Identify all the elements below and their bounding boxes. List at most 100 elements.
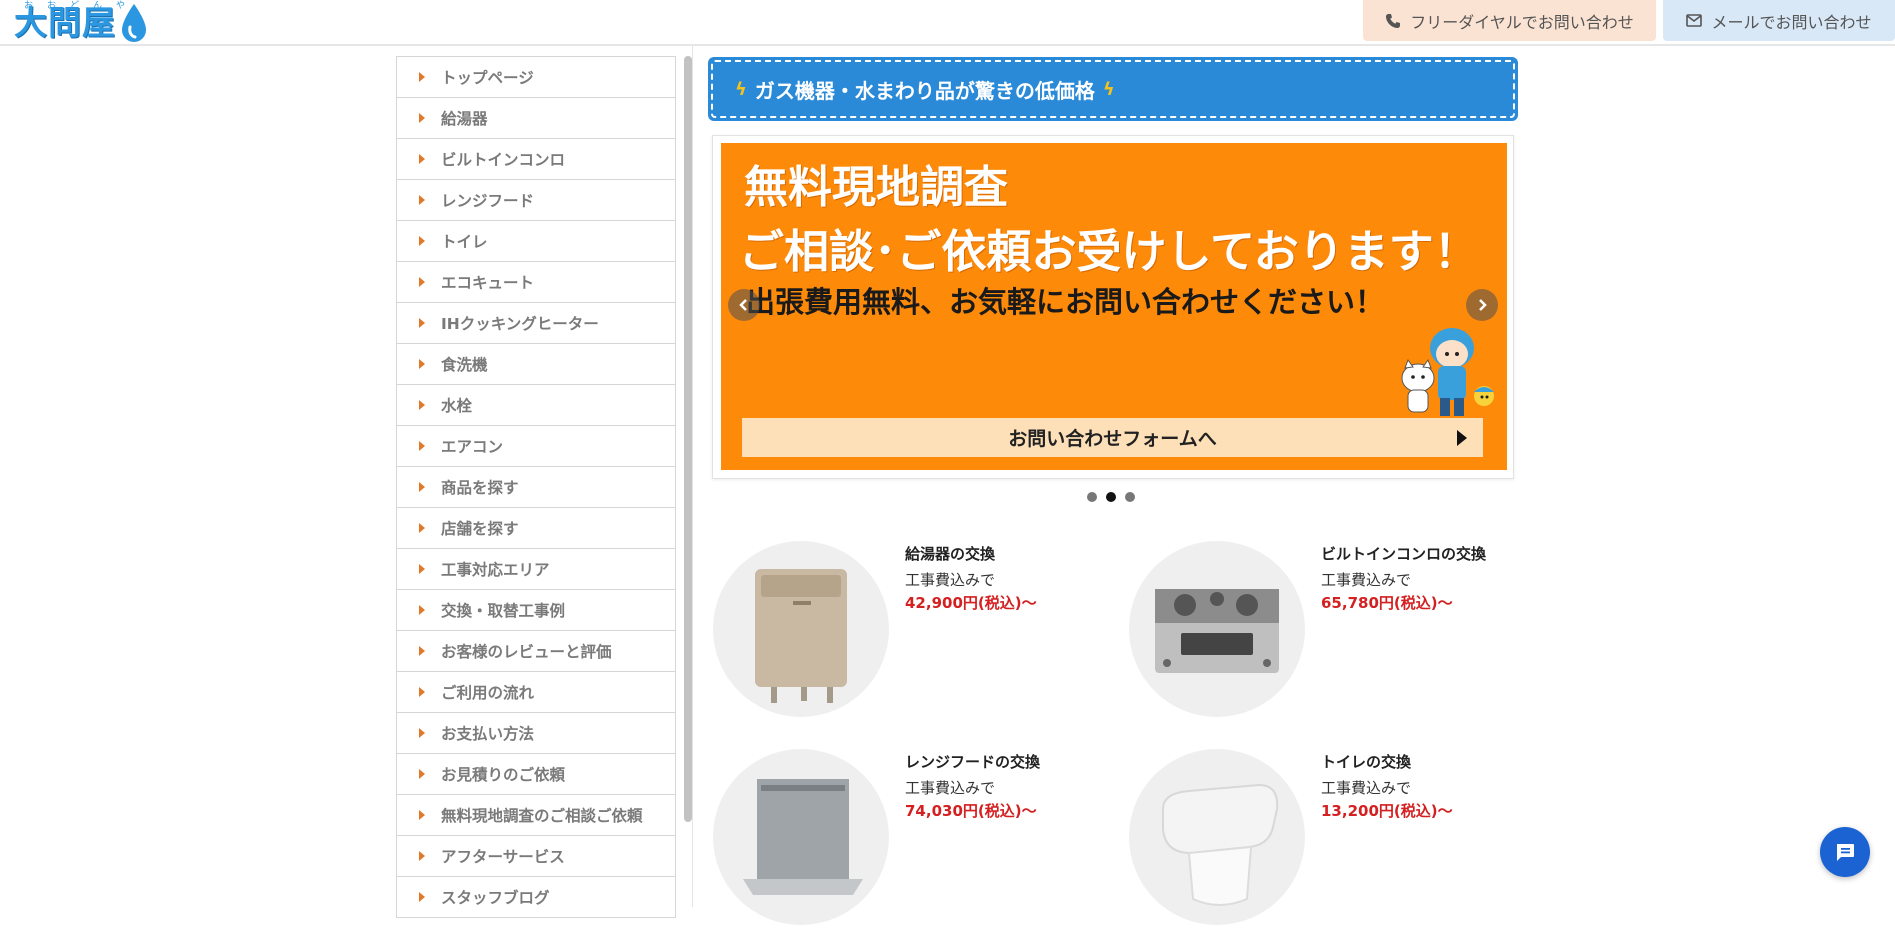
caret-right-icon [419, 605, 425, 615]
slider-prev-button[interactable] [728, 289, 760, 321]
caret-right-icon [419, 564, 425, 574]
logo-ruby: おおどんや [24, 1, 140, 11]
slider-dots [1087, 492, 1135, 502]
caret-right-icon [419, 154, 425, 164]
caret-right-icon [419, 523, 425, 533]
sidebar-item-label: エアコン [441, 438, 504, 456]
sidebar-item-payment[interactable]: お支払い方法 [397, 713, 675, 754]
sidebar-item-water-heater[interactable]: 給湯器 [397, 98, 675, 139]
sidebar-item-label: 無料現地調査のご相談ご依頼 [441, 807, 643, 825]
sidebar-item-ecocute[interactable]: エコキュート [397, 262, 675, 303]
sidebar-item-label: 店舗を探す [441, 520, 519, 538]
sidebar-item-label: IHクッキングヒーター [441, 315, 599, 333]
sidebar-item-built-in-stove[interactable]: ビルトインコンロ [397, 139, 675, 180]
sidebar-item-case-studies[interactable]: 交換・取替工事例 [397, 590, 675, 631]
caret-right-icon [419, 113, 425, 123]
product-price: 74,030円(税込)〜 [905, 802, 1037, 820]
product-card-toilet[interactable]: トイレの交換 工事費込みで 13,200円(税込)〜 [1129, 749, 1549, 929]
mail-contact-label: メールでお問い合わせ [1711, 12, 1872, 32]
sidebar-item-staff-blog[interactable]: スタッフブログ [397, 877, 675, 918]
sidebar-item-label: 食洗機 [441, 356, 488, 374]
caret-right-icon [419, 810, 425, 820]
product-card-range-hood[interactable]: レンジフードの交換 工事費込みで 74,030円(税込)〜 [713, 749, 1133, 929]
caret-right-icon [419, 769, 425, 779]
site-header: おおどんや 大問屋 フリーダイヤルでお問い合わせ メールでお問い合わせ [0, 0, 1895, 46]
sidebar-item-label: 商品を探す [441, 479, 519, 497]
sidebar-item-label: トイレ [441, 233, 488, 251]
column-divider [692, 46, 693, 907]
sidebar-item-label: お支払い方法 [441, 725, 535, 743]
slide-title: 無料現地調査 [744, 162, 1008, 213]
product-subtext: 工事費込みで [1321, 571, 1412, 589]
sidebar-item-top[interactable]: トップページ [397, 57, 675, 98]
sidebar-item-after-service[interactable]: アフターサービス [397, 836, 675, 877]
sidebar-item-estimate[interactable]: お見積りのご依頼 [397, 754, 675, 795]
caret-right-icon [419, 687, 425, 697]
chevron-right-icon [1479, 299, 1487, 311]
sidebar-item-ih-heater[interactable]: IHクッキングヒーター [397, 303, 675, 344]
chat-widget-button[interactable] [1820, 827, 1870, 877]
sidebar-item-label: エコキュート [441, 274, 535, 292]
sidebar-item-label: トップページ [441, 69, 534, 87]
caret-right-icon [419, 195, 425, 205]
product-price: 42,900円(税込)〜 [905, 594, 1037, 612]
caret-right-icon [419, 441, 425, 451]
caret-right-icon [419, 728, 425, 738]
sidebar-item-label: 工事対応エリア [441, 561, 550, 579]
product-image-range-hood [713, 749, 889, 925]
product-name: トイレの交換 [1321, 753, 1412, 771]
sidebar-item-aircon[interactable]: エアコン [397, 426, 675, 467]
slider-dot[interactable] [1087, 492, 1097, 502]
sidebar-item-find-stores[interactable]: 店舗を探す [397, 508, 675, 549]
product-card-water-heater[interactable]: 給湯器の交換 工事費込みで 42,900円(税込)〜 [713, 541, 1133, 721]
mail-icon [1686, 14, 1703, 27]
sidebar-item-label: レンジフード [441, 192, 535, 210]
promo-banner-inner: ϟ ガス機器・水まわり品が驚きの低価格 ϟ [711, 60, 1515, 118]
mail-contact-button[interactable]: メールでお問い合わせ [1663, 0, 1895, 41]
slider-dot[interactable] [1125, 492, 1135, 502]
sidebar-item-site-survey[interactable]: 無料現地調査のご相談ご依頼 [397, 795, 675, 836]
product-price: 13,200円(税込)〜 [1321, 802, 1453, 820]
slide-subtitle: 出張費用無料、お気軽にお問い合わせください！ [746, 285, 1385, 319]
sidebar-item-find-products[interactable]: 商品を探す [397, 467, 675, 508]
product-subtext: 工事費込みで [905, 779, 996, 797]
phone-contact-button[interactable]: フリーダイヤルでお問い合わせ [1363, 0, 1656, 41]
caret-right-icon [419, 359, 425, 369]
chat-icon [1837, 844, 1854, 861]
sidebar-item-service-area[interactable]: 工事対応エリア [397, 549, 675, 590]
sidebar-item-label: 水栓 [441, 397, 473, 415]
sidebar-item-flow[interactable]: ご利用の流れ [397, 672, 675, 713]
sidebar-item-label: 給湯器 [441, 110, 488, 128]
caret-right-icon [419, 851, 425, 861]
sidebar-scrollbar[interactable] [684, 56, 692, 822]
chevron-left-icon [739, 299, 747, 311]
hero-slide[interactable]: 無料現地調査 ご相談･ご依頼お受けしております！ 出張費用無料、お気軽にお問い合… [721, 143, 1507, 470]
caret-right-icon [419, 318, 425, 328]
slider-next-button[interactable] [1466, 289, 1498, 321]
sidebar-item-toilet[interactable]: トイレ [397, 221, 675, 262]
sidebar-item-dishwasher[interactable]: 食洗機 [397, 344, 675, 385]
contact-form-cta[interactable]: お問い合わせフォームへ [742, 418, 1483, 457]
sidebar-item-label: ビルトインコンロ [441, 151, 566, 169]
mascot-illustration [1401, 328, 1494, 416]
sidebar-item-label: アフターサービス [441, 848, 565, 866]
sidebar-item-label: お客様のレビューと評価 [441, 643, 612, 661]
site-logo[interactable]: おおどんや 大問屋 [14, 1, 149, 45]
caret-right-icon [419, 892, 425, 902]
lightning-icon: ϟ [735, 78, 747, 100]
sidebar-item-reviews[interactable]: お客様のレビューと評価 [397, 631, 675, 672]
product-card-built-in-stove[interactable]: ビルトインコンロの交換 工事費込みで 65,780円(税込)〜 [1129, 541, 1549, 721]
contact-form-cta-label: お問い合わせフォームへ [1008, 428, 1217, 450]
sidebar-item-label: 交換・取替工事例 [441, 602, 566, 620]
caret-right-icon [419, 236, 425, 246]
phone-contact-label: フリーダイヤルでお問い合わせ [1410, 12, 1634, 32]
product-image-built-in-stove [1129, 541, 1305, 717]
phone-icon [1386, 13, 1401, 28]
product-subtext: 工事費込みで [905, 571, 996, 589]
slider-dot-active[interactable] [1106, 492, 1116, 502]
lightning-icon: ϟ [1102, 78, 1115, 100]
sidebar-item-faucet[interactable]: 水栓 [397, 385, 675, 426]
product-price: 65,780円(税込)〜 [1321, 594, 1453, 612]
sidebar-item-range-hood[interactable]: レンジフード [397, 180, 675, 221]
sidebar-nav: トップページ 給湯器 ビルトインコンロ レンジフード トイレ エコキュート IH… [396, 56, 676, 918]
